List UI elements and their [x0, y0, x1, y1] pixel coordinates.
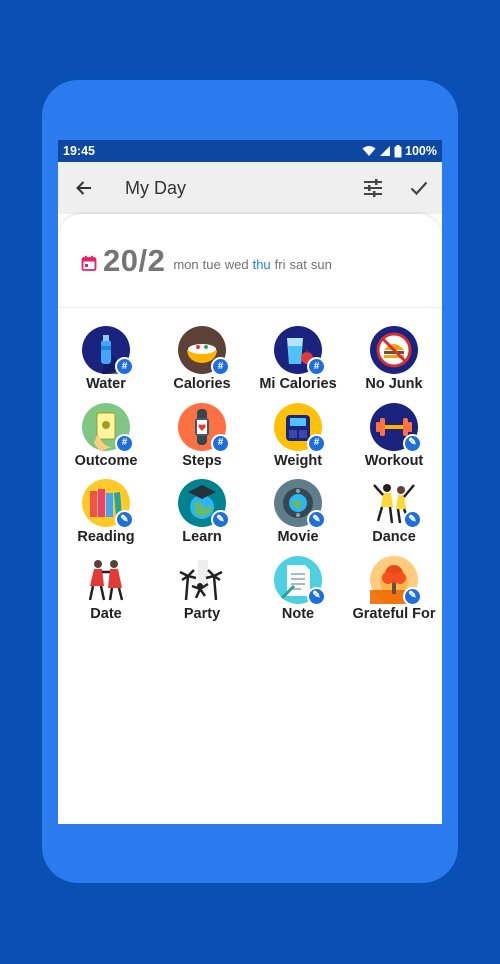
habit-label: Learn: [182, 529, 222, 545]
habit-icon-wrap: ✎: [370, 402, 422, 453]
habit-label: Date: [90, 605, 122, 622]
habit-icon-wrap: ✎: [274, 555, 326, 606]
calendar-icon: [81, 255, 97, 271]
habit-no-junk[interactable]: No Junk: [346, 326, 442, 403]
no-junk-food-icon: [370, 326, 418, 374]
date-day: 20/2: [103, 242, 166, 278]
weekday-fri[interactable]: fri: [275, 257, 286, 272]
couple-dancing-icon: [88, 559, 124, 600]
habit-label: Calories: [173, 376, 231, 392]
status-bar: 19:45 100%: [58, 140, 442, 162]
weekday-mon[interactable]: mon: [173, 257, 198, 272]
page-title: My Day: [125, 177, 187, 198]
hash-badge-icon: #: [307, 357, 326, 376]
habit-label: Movie: [277, 529, 319, 545]
weekday-thu[interactable]: thu: [253, 257, 271, 272]
weekday-sat[interactable]: sat: [290, 257, 307, 272]
weekday-sun[interactable]: sun: [311, 257, 332, 272]
habit-grid: # Water # Calories # Mi Calories No Junk # Outco…: [58, 308, 442, 632]
confirm-button[interactable]: [396, 162, 442, 214]
habit-water[interactable]: # Water: [58, 326, 154, 403]
hash-badge-icon: #: [211, 433, 230, 453]
habit-learn[interactable]: ✎ Learn: [154, 479, 250, 556]
pencil-badge-icon: ✎: [307, 586, 326, 606]
party-palms-icon: [179, 559, 223, 600]
habit-workout[interactable]: ✎ Workout: [346, 402, 442, 480]
habit-steps[interactable]: # Steps: [154, 402, 250, 480]
date-row: 20/2 mon tue wed thu fri sat sun: [58, 214, 442, 308]
habit-label: Reading: [77, 529, 135, 545]
habit-label: No Junk: [365, 376, 423, 392]
app-bar: My Day: [58, 162, 442, 214]
habit-label: Outcome: [74, 452, 138, 469]
pencil-badge-icon: ✎: [115, 510, 134, 529]
content-card: 20/2 mon tue wed thu fri sat sun # Water # Calori…: [58, 214, 442, 824]
habit-calories[interactable]: # Calories: [154, 326, 250, 403]
habit-movie[interactable]: ✎ Movie: [250, 479, 346, 556]
pencil-badge-icon: ✎: [403, 510, 422, 529]
habit-icon-wrap: ✎: [370, 479, 422, 529]
habit-icon-wrap: #: [178, 402, 230, 453]
battery-percent: 100%: [405, 144, 437, 158]
filter-button[interactable]: [350, 162, 396, 214]
battery-icon: [394, 144, 402, 157]
hash-badge-icon: #: [115, 357, 134, 376]
pencil-badge-icon: ✎: [403, 433, 422, 453]
status-icons: 100%: [362, 144, 437, 158]
habit-icon-wrap: ✎: [370, 555, 422, 606]
habit-dance[interactable]: ✎ Dance: [346, 479, 442, 556]
habit-reading[interactable]: ✎ Reading: [58, 479, 154, 556]
pencil-badge-icon: ✎: [211, 510, 230, 529]
habit-icon-wrap: [370, 326, 418, 374]
hash-badge-icon: #: [115, 433, 134, 453]
habit-icon-wrap: #: [178, 326, 230, 376]
habit-icon-wrap: #: [82, 326, 134, 376]
wifi-icon: [362, 146, 376, 156]
habit-mi-calories[interactable]: # Mi Calories: [250, 326, 346, 403]
arrow-back-icon: [76, 181, 91, 195]
hash-badge-icon: #: [307, 433, 326, 453]
habit-icon-wrap: [178, 556, 226, 604]
habit-icon-wrap: #: [274, 326, 326, 376]
status-time: 19:45: [63, 144, 95, 158]
habit-date[interactable]: Date: [58, 556, 154, 633]
habit-weight[interactable]: # Weight: [250, 402, 346, 480]
tune-icon: [364, 179, 382, 197]
habit-label: Steps: [182, 452, 222, 469]
habit-label: Workout: [364, 452, 424, 469]
pencil-badge-icon: ✎: [403, 586, 422, 606]
signal-icon: [380, 146, 391, 156]
habit-icon-wrap: #: [82, 402, 134, 453]
weekday-selector: mon tue wed thu fri sat sun: [173, 257, 331, 272]
habit-note[interactable]: ✎ Note: [250, 555, 346, 633]
habit-outcome[interactable]: # Outcome: [58, 402, 154, 480]
phone-screen: 19:45 100% My Day 20/2 mon tue wed thu f…: [58, 140, 442, 824]
habit-icon-wrap: [82, 556, 130, 604]
habit-icon-wrap: #: [274, 402, 326, 453]
check-icon: [410, 181, 428, 196]
habit-label: Mi Calories: [259, 376, 337, 392]
weekday-wed[interactable]: wed: [225, 257, 249, 272]
habit-icon-wrap: ✎: [82, 479, 134, 529]
back-button[interactable]: [58, 162, 110, 214]
habit-label: Grateful For: [352, 605, 436, 622]
pencil-badge-icon: ✎: [307, 510, 326, 529]
habit-label: Water: [86, 376, 126, 392]
hash-badge-icon: #: [211, 357, 230, 376]
weekday-tue[interactable]: tue: [203, 257, 221, 272]
habit-grateful-for[interactable]: ✎ Grateful For: [346, 555, 442, 633]
habit-label: Note: [281, 605, 315, 622]
habit-label: Dance: [372, 529, 416, 545]
habit-icon-wrap: ✎: [274, 479, 326, 529]
habit-party[interactable]: Party: [154, 556, 250, 633]
habit-label: Weight: [273, 452, 323, 469]
habit-icon-wrap: ✎: [178, 479, 230, 529]
habit-label: Party: [183, 605, 221, 622]
